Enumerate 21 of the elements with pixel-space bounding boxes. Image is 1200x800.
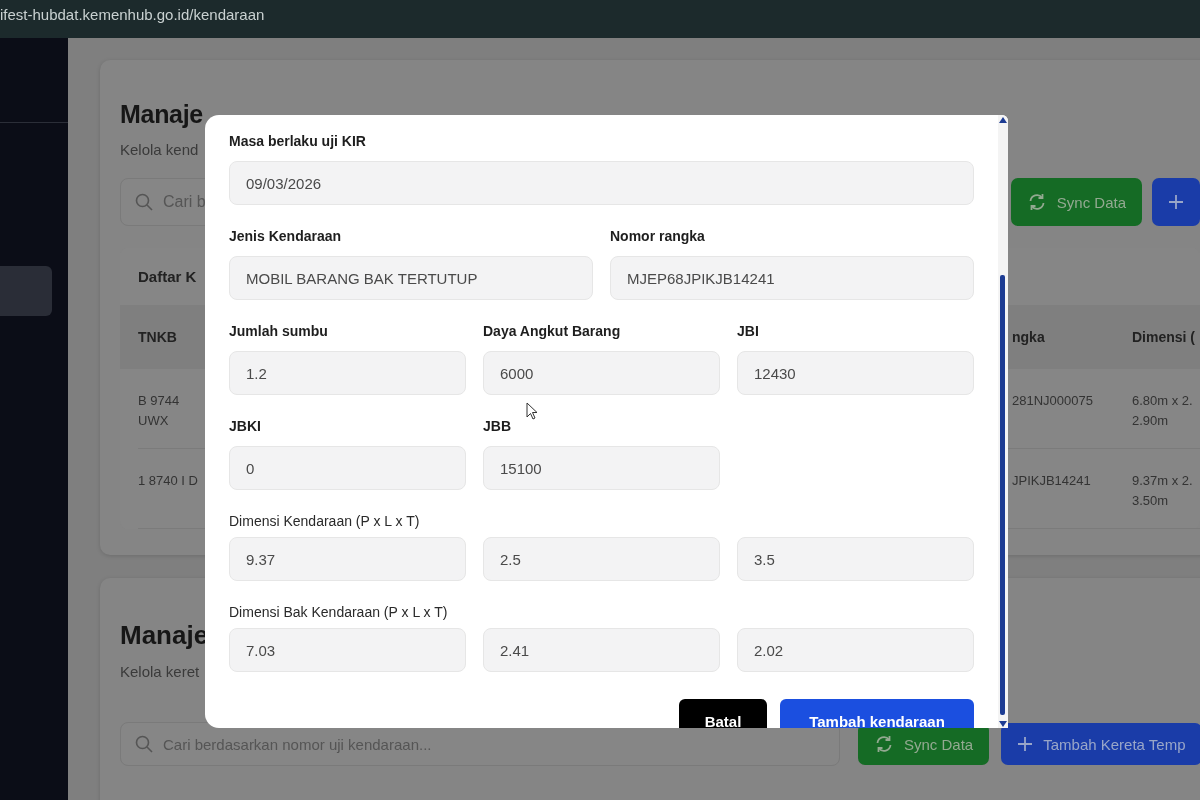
- field-label: Jenis Kendaraan: [229, 228, 343, 244]
- column-header: Dimensi (: [1132, 329, 1195, 345]
- field-label: Daya Angkut Barang: [483, 323, 622, 339]
- table-cell: 281NJ000075: [1012, 369, 1132, 449]
- field-label: Jumlah sumbu: [229, 323, 329, 339]
- field-label: Dimensi Bak Kendaraan (P x L x T): [229, 604, 449, 620]
- field-label: Nomor rangka: [610, 228, 706, 244]
- section-title: Manaje: [120, 100, 203, 129]
- table-title: Daftar K: [138, 268, 197, 285]
- column-header: ngka: [1012, 329, 1045, 345]
- section-subtitle: Kelola keret: [120, 663, 200, 680]
- table-cell: JPIKJB14241: [1012, 449, 1132, 529]
- field-label: JBB: [483, 418, 512, 434]
- field-label: JBI: [737, 323, 760, 339]
- field-label: JBKI: [229, 418, 262, 434]
- table-cell: 6.80m x 2. 2.90m: [1132, 369, 1200, 449]
- section-subtitle: Kelola kend: [120, 141, 199, 158]
- field-label: Masa berlaku uji KIR: [229, 133, 367, 149]
- table-cell: 9.37m x 2. 3.50m: [1132, 449, 1200, 529]
- section-title: Manaje: [120, 620, 209, 651]
- column-header: TNKB: [138, 329, 177, 345]
